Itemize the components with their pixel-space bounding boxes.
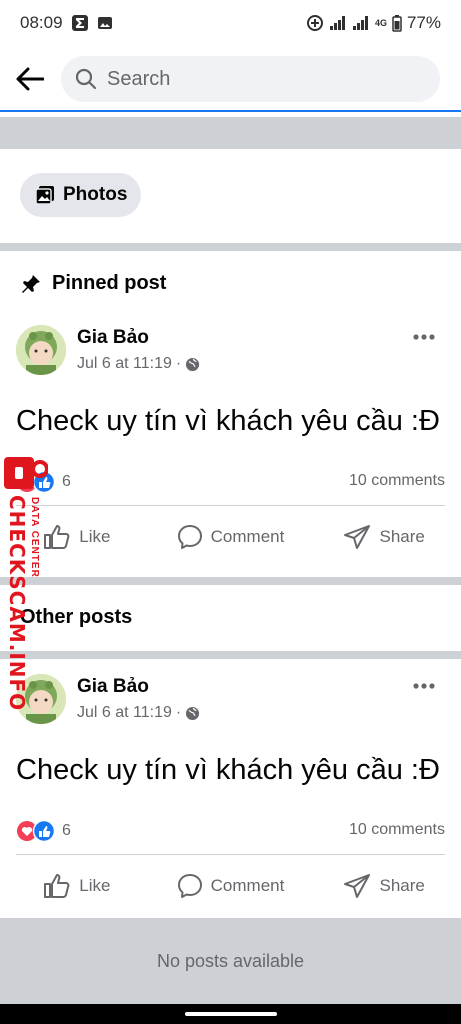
- share-icon: [344, 525, 371, 549]
- like-icon: [44, 874, 70, 898]
- meta-separator: ·: [175, 355, 182, 372]
- watermark-sub: DATA CENTER: [29, 497, 40, 578]
- section-separator: [0, 651, 461, 659]
- share-label: Share: [379, 876, 425, 895]
- status-time: 08:09: [20, 13, 63, 32]
- cover-placeholder: [0, 117, 461, 149]
- signal-icon-2: [352, 15, 370, 31]
- post-author[interactable]: Gia Bảo: [77, 327, 149, 349]
- post-divider: [16, 505, 445, 506]
- post-meta: Jul 6 at 11:19 ·: [77, 704, 200, 722]
- home-gesture-handle[interactable]: [185, 1012, 277, 1016]
- search-input[interactable]: Search: [61, 56, 440, 102]
- more-options-button[interactable]: [409, 327, 439, 347]
- like-label: Like: [79, 876, 111, 895]
- section-separator: [0, 577, 461, 585]
- reaction-icons: [17, 820, 56, 842]
- back-button[interactable]: [0, 49, 60, 109]
- watermark-brand: CHECKSCAM.INFO: [5, 495, 29, 712]
- share-icon: [344, 874, 371, 898]
- signal-icon: [329, 15, 347, 31]
- comments-count[interactable]: 10 comments: [349, 472, 445, 490]
- pin-icon: [22, 274, 40, 293]
- globe-icon: [186, 357, 200, 371]
- header-divider: [0, 110, 461, 112]
- sigma-app-icon: [71, 14, 89, 32]
- reaction-count: 6: [62, 473, 71, 490]
- reaction-count: 6: [62, 822, 71, 839]
- back-arrow-icon: [16, 67, 44, 91]
- share-label: Share: [379, 527, 425, 546]
- post-meta: Jul 6 at 11:19 ·: [77, 355, 200, 373]
- post-text: Check uy tín vì khách yêu cầu :Đ: [16, 405, 440, 437]
- empty-state-text: No posts available: [156, 950, 305, 971]
- like-label: Like: [79, 527, 111, 546]
- comment-label: Comment: [210, 527, 285, 546]
- comment-icon: [177, 874, 202, 898]
- search-icon: [75, 68, 97, 90]
- comment-label: Comment: [210, 876, 285, 895]
- photos-icon: [35, 186, 54, 205]
- post-text: Check uy tín vì khách yêu cầu :Đ: [16, 754, 440, 786]
- battery-level: 77%: [406, 13, 441, 32]
- data-saver-icon: [306, 14, 324, 32]
- empty-state: No posts available: [0, 918, 461, 1004]
- post-card: Gia Bảo Jul 6 at 11:19 · Check uy tín vì…: [0, 674, 461, 914]
- gallery-icon: [97, 15, 113, 31]
- network-type: 4G: [374, 18, 387, 28]
- system-nav-bar: [0, 1004, 461, 1024]
- comments-count[interactable]: 10 comments: [349, 821, 445, 839]
- like-button[interactable]: Like: [0, 866, 154, 906]
- pinned-post-title: Pinned post: [52, 272, 167, 294]
- battery-icon: [392, 14, 402, 32]
- reactions-summary[interactable]: 6: [16, 820, 71, 842]
- pinned-post-header: Pinned post: [20, 272, 166, 295]
- post-author[interactable]: Gia Bảo: [77, 676, 149, 698]
- post-actions: Like Comment Share: [0, 866, 461, 906]
- share-button[interactable]: Share: [307, 866, 461, 906]
- more-options-button[interactable]: [409, 676, 439, 696]
- meta-separator: ·: [175, 704, 182, 721]
- watermark: CHECKSCAM.INFO DATA CENTER: [2, 455, 50, 711]
- post-divider: [16, 854, 445, 855]
- section-separator: [0, 243, 461, 251]
- avatar[interactable]: [16, 325, 66, 375]
- watermark-lock-icon: [4, 457, 48, 489]
- share-button[interactable]: Share: [307, 517, 461, 557]
- photos-button[interactable]: Photos: [20, 173, 141, 217]
- photos-label: Photos: [63, 184, 128, 205]
- comment-button[interactable]: Comment: [154, 517, 308, 557]
- search-header: Search: [0, 46, 461, 112]
- status-bar: 08:09 4G 77%: [0, 0, 461, 46]
- post-actions: Like Comment Share: [0, 517, 461, 557]
- comment-icon: [177, 525, 202, 549]
- post-card: Gia Bảo Jul 6 at 11:19 · Check uy tín vì…: [0, 325, 461, 565]
- post-timestamp[interactable]: Jul 6 at 11:19: [77, 704, 172, 722]
- search-placeholder: Search: [107, 67, 171, 90]
- more-icon: [413, 334, 435, 340]
- more-icon: [413, 683, 435, 689]
- globe-icon: [186, 706, 200, 720]
- post-timestamp[interactable]: Jul 6 at 11:19: [77, 355, 172, 373]
- comment-button[interactable]: Comment: [154, 866, 308, 906]
